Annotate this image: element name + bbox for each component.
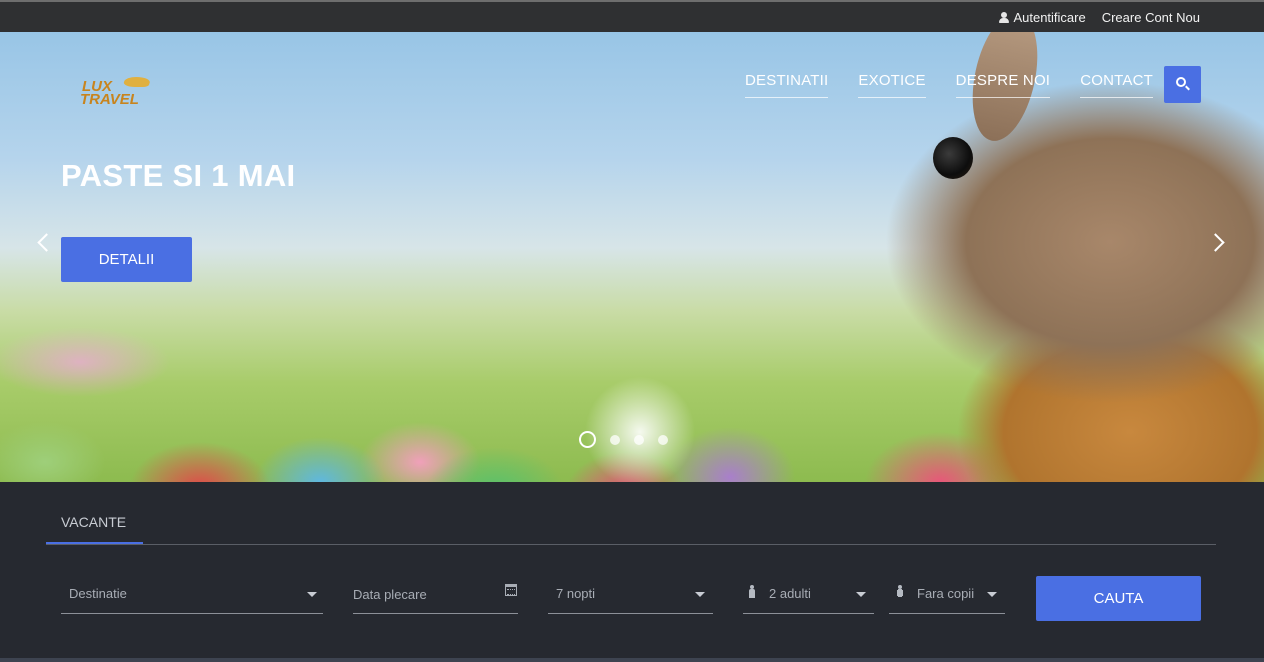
adults-select[interactable]: 2 adulti xyxy=(743,580,874,614)
search-submit-button[interactable]: CAUTA xyxy=(1036,576,1201,621)
slider-dot-1[interactable] xyxy=(579,431,596,448)
nights-value: 7 nopti xyxy=(556,586,596,601)
chevron-right-icon[interactable] xyxy=(1208,230,1228,254)
site-logo[interactable]: LUX TRAVEL xyxy=(80,77,156,111)
top-bar: Autentificare Creare Cont Nou xyxy=(0,0,1264,32)
search-button[interactable] xyxy=(1164,66,1201,103)
bottom-edge xyxy=(0,658,1264,662)
account-links: Autentificare Creare Cont Nou xyxy=(999,10,1200,25)
search-icon-handle xyxy=(1185,85,1190,91)
slider-dot-3[interactable] xyxy=(634,434,644,445)
login-label: Autentificare xyxy=(1013,10,1086,25)
hero-image-decoration xyxy=(933,137,973,179)
slide-title: PASTE SI 1 MAI xyxy=(61,158,296,193)
tab-vacante[interactable]: VACANTE xyxy=(46,512,143,545)
login-link[interactable]: Autentificare xyxy=(999,10,1086,25)
nav-item-contact[interactable]: CONTACT xyxy=(1080,72,1153,98)
calendar-icon xyxy=(505,584,517,596)
plane-icon xyxy=(122,77,152,87)
slider-dot-2[interactable] xyxy=(610,434,620,445)
destination-select[interactable]: Destinatie xyxy=(61,580,323,614)
tab-divider xyxy=(46,544,1216,545)
person-icon xyxy=(749,585,755,598)
caret-down-icon xyxy=(307,592,317,597)
slider-dots xyxy=(579,431,668,448)
nav-item-exotice[interactable]: EXOTICE xyxy=(858,72,926,98)
caret-down-icon xyxy=(695,592,705,597)
main-nav: DESTINATII EXOTICE DESPRE NOI CONTACT xyxy=(745,72,1153,98)
logo-line-2: TRAVEL xyxy=(80,91,139,108)
nav-item-despre-noi[interactable]: DESPRE NOI xyxy=(955,72,1051,98)
adults-value: 2 adulti xyxy=(769,586,811,601)
hero-slider: LUX TRAVEL DESTINATII EXOTICE DESPRE NOI… xyxy=(0,32,1264,482)
caret-down-icon xyxy=(856,592,866,597)
nights-select[interactable]: 7 nopti xyxy=(548,580,713,614)
user-icon xyxy=(999,12,1010,23)
date-placeholder: Data plecare xyxy=(353,587,427,602)
chevron-left-icon[interactable] xyxy=(34,230,54,254)
destination-placeholder: Destinatie xyxy=(69,586,127,601)
departure-date-field[interactable]: Data plecare xyxy=(353,580,518,614)
child-icon xyxy=(896,585,904,597)
children-select[interactable]: Fara copii xyxy=(889,580,1005,614)
slider-dot-4[interactable] xyxy=(658,434,668,445)
details-button[interactable]: DETALII xyxy=(61,237,192,282)
caret-down-icon xyxy=(987,592,997,597)
children-value: Fara copii xyxy=(917,586,975,601)
register-link[interactable]: Creare Cont Nou xyxy=(1102,10,1200,25)
search-panel: VACANTE Destinatie Data plecare 7 nopti … xyxy=(0,482,1264,662)
nav-item-destinatii[interactable]: DESTINATII xyxy=(745,72,829,98)
